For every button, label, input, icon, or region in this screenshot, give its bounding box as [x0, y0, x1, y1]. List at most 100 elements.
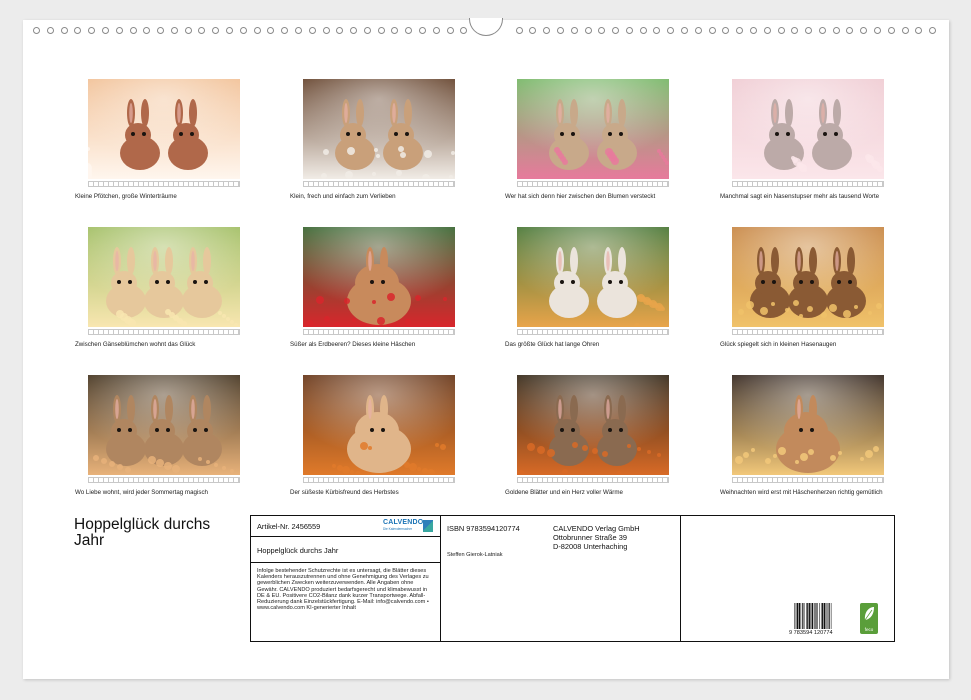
- spiral-hole: [322, 27, 330, 34]
- publisher-street: Ottobrunner Straße 39: [553, 533, 627, 542]
- spiral-hole: [612, 27, 620, 34]
- logo-tagline: Die Kalendermacher: [383, 527, 413, 531]
- month-caption: Klein, frech und einfach zum Verlieben: [290, 193, 396, 200]
- spiral-hole: [419, 27, 427, 34]
- spiral-hole: [308, 27, 316, 34]
- spiral-hole: [929, 27, 937, 34]
- spiral-hole: [763, 27, 771, 34]
- logo-mark-icon: [423, 520, 433, 532]
- spiral-hole: [460, 27, 468, 34]
- month-thumbnail: [303, 79, 455, 191]
- spiral-hole: [667, 27, 675, 34]
- spiral-hole: [350, 27, 358, 34]
- month-thumbnail: [88, 79, 240, 191]
- calendar-day-strip: [732, 477, 884, 483]
- spiral-hole: [708, 27, 716, 34]
- spiral-hole: [432, 27, 440, 34]
- eco-label-icon: feco: [860, 603, 878, 634]
- spiral-hole: [749, 27, 757, 34]
- calendar-back-page: Kleine Pfötchen, große Winterträume Klein…: [23, 18, 949, 679]
- info-column-publisher: ISBN 9783594120774 Steffen Gierok-Latnia…: [441, 516, 681, 641]
- month-photo: [303, 79, 455, 179]
- spiral-hole: [915, 27, 923, 34]
- spiral-hole: [653, 27, 661, 34]
- spiral-hole: [543, 27, 551, 34]
- spiral-hole: [88, 27, 96, 34]
- month-caption: Goldene Blätter und ein Herz voller Wärm…: [505, 489, 623, 496]
- spiral-hole: [694, 27, 702, 34]
- calendar-day-strip: [88, 477, 240, 483]
- calendar-day-strip: [517, 329, 669, 335]
- month-thumbnail: [517, 375, 669, 487]
- month-caption: Glück spiegelt sich in kleinen Hasenauge…: [720, 341, 837, 348]
- spiral-hole: [584, 27, 592, 34]
- spiral-hole: [625, 27, 633, 34]
- spiral-hole: [887, 27, 895, 34]
- month-caption: Manchmal sagt ein Nasenstupser mehr als …: [720, 193, 880, 200]
- spiral-hole: [377, 27, 385, 34]
- spiral-hole: [294, 27, 302, 34]
- month-thumbnail: [303, 375, 455, 487]
- logo-name: CALVENDO: [383, 519, 424, 526]
- article-row: Artikel-Nr. 2456559 CALVENDO Die Kalende…: [251, 516, 440, 537]
- calendar-day-strip: [517, 181, 669, 187]
- spiral-hole: [446, 27, 454, 34]
- month-caption: Das größte Glück hat lange Ohren: [505, 341, 600, 348]
- spiral-hole: [184, 27, 192, 34]
- spiral-hole: [901, 27, 909, 34]
- month-caption: Zwischen Gänseblümchen wohnt das Glück: [75, 341, 196, 348]
- isbn: ISBN 9783594120774: [447, 524, 520, 533]
- calendar-day-strip: [303, 477, 455, 483]
- spiral-hole: [818, 27, 826, 34]
- spiral-hole: [681, 27, 689, 34]
- month-thumbnail: [88, 375, 240, 487]
- month-thumbnail: [517, 227, 669, 339]
- barcode: [794, 603, 832, 629]
- spiral-hole: [115, 27, 123, 34]
- calendar-day-strip: [303, 181, 455, 187]
- month-caption: Wer hat sich denn hier zwischen den Blum…: [505, 193, 656, 200]
- spiral-hole: [874, 27, 882, 34]
- month-photo: [303, 227, 455, 327]
- month-thumbnail: [732, 227, 884, 339]
- spiral-hole: [267, 27, 275, 34]
- spiral-hole: [777, 27, 785, 34]
- calendar-day-strip: [88, 329, 240, 335]
- spiral-hole: [791, 27, 799, 34]
- spiral-hole: [226, 27, 234, 34]
- month-thumbnail: [732, 375, 884, 487]
- info-column-product: Artikel-Nr. 2456559 CALVENDO Die Kalende…: [251, 516, 441, 641]
- spiral-hole: [281, 27, 289, 34]
- month-photo: [88, 79, 240, 179]
- month-photo: [517, 375, 669, 475]
- month-photo: [732, 227, 884, 327]
- month-photo: [517, 79, 669, 179]
- month-photo: [303, 375, 455, 475]
- spiral-hole: [736, 27, 744, 34]
- spiral-hole: [253, 27, 261, 34]
- spiral-hole: [239, 27, 247, 34]
- month-thumbnail: [303, 227, 455, 339]
- month-photo: [88, 375, 240, 475]
- spiral-hole: [639, 27, 647, 34]
- publisher-city: D-82008 Unterhaching: [553, 542, 628, 551]
- month-photo: [517, 227, 669, 327]
- spiral-hole: [157, 27, 165, 34]
- spiral-hole: [846, 27, 854, 34]
- month-caption: Kleine Pfötchen, große Winterträume: [75, 193, 177, 200]
- legal-notice: Infolge bestehender Schutzrechte ist es …: [257, 568, 429, 612]
- spiral-hole: [101, 27, 109, 34]
- spiral-hole: [363, 27, 371, 34]
- spiral-hole: [60, 27, 68, 34]
- product-title-row: Hoppelglück durchs Jahr: [251, 537, 440, 563]
- calendar-day-strip: [303, 329, 455, 335]
- spiral-hole: [722, 27, 730, 34]
- calendar-day-strip: [732, 329, 884, 335]
- calendar-day-strip: [88, 181, 240, 187]
- month-photo: [732, 375, 884, 475]
- eco-label-text: feco: [864, 627, 874, 632]
- spiral-hole: [515, 27, 523, 34]
- month-caption: Weihnachten wird erst mit Häschenherzen …: [720, 489, 883, 496]
- month-photo: [88, 227, 240, 327]
- spiral-hole: [860, 27, 868, 34]
